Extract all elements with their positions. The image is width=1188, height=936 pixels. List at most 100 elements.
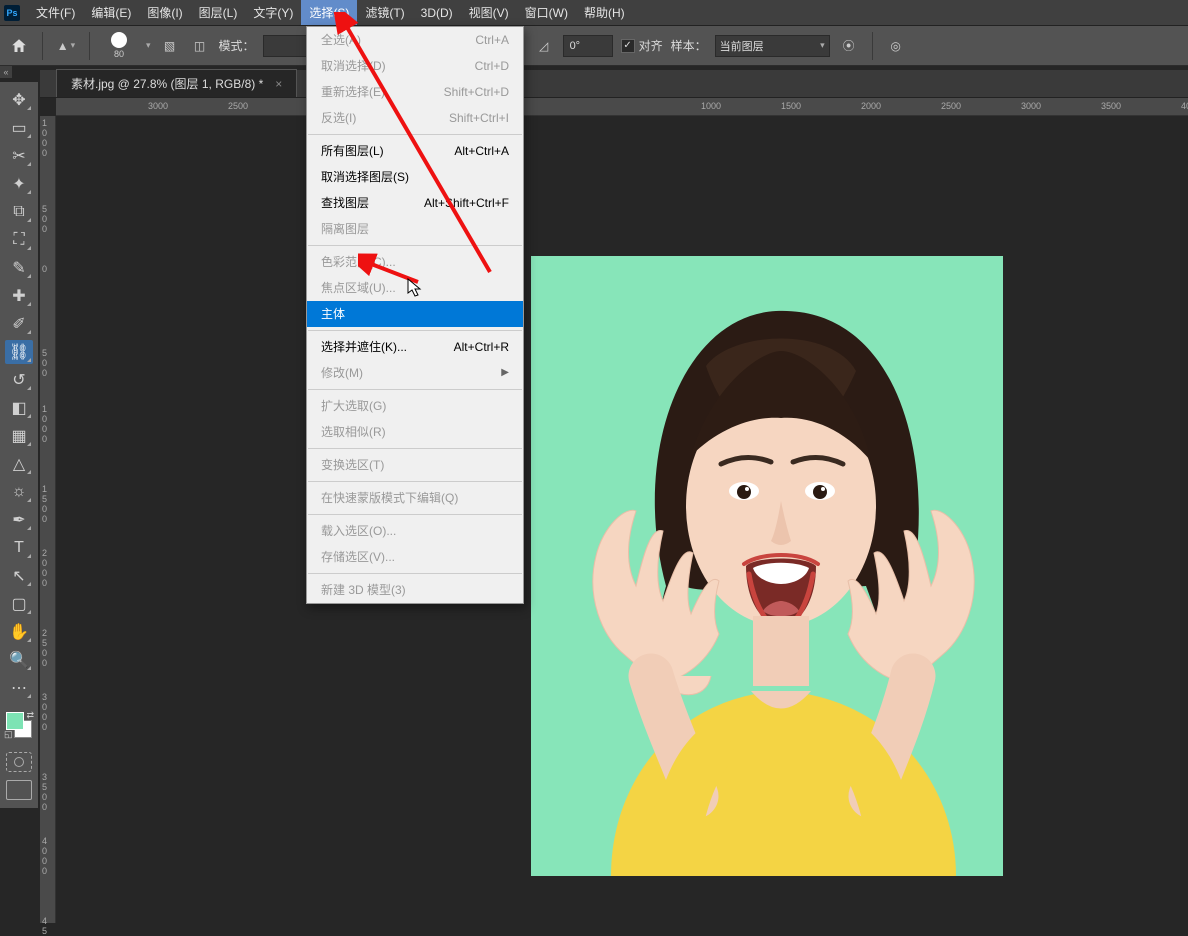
menu-view[interactable]: 视图(V)	[461, 0, 517, 25]
lasso-tool[interactable]: ✂	[5, 144, 33, 168]
swap-colors-icon[interactable]: ⇄	[26, 710, 34, 721]
menu-item[interactable]: 查找图层Alt+Shift+Ctrl+F	[307, 190, 523, 216]
rectangle-tool[interactable]: ▢	[5, 592, 33, 616]
gradient-tool[interactable]: ▦	[5, 424, 33, 448]
select-menu-dropdown: 全选(A)Ctrl+A取消选择(D)Ctrl+D重新选择(E)Shift+Ctr…	[306, 26, 524, 604]
ruler-tick: 0	[42, 214, 47, 224]
angle-input[interactable]: 0°	[563, 35, 613, 57]
separator	[42, 32, 43, 60]
separator	[89, 32, 90, 60]
brush-panel-button[interactable]: ▧	[159, 35, 181, 57]
ruler-tick: 0	[42, 224, 47, 234]
brush-settings-button[interactable]: ◫	[189, 35, 211, 57]
menu-item-shortcut: Shift+Ctrl+I	[449, 109, 509, 127]
ruler-tick: 1500	[781, 101, 801, 111]
screen-mode-button[interactable]	[6, 780, 32, 800]
menu-item-label: 在快速蒙版模式下编辑(Q)	[321, 489, 458, 507]
ruler-tick: 1	[42, 118, 47, 128]
menu-separator	[308, 481, 522, 482]
history-brush-tool[interactable]: ↺	[5, 368, 33, 392]
menu-item[interactable]: 所有图层(L)Alt+Ctrl+A	[307, 138, 523, 164]
stamp-tool[interactable]: ⛓	[5, 340, 33, 364]
default-colors-icon[interactable]: ◱	[4, 729, 13, 740]
ruler-tick: 0	[42, 128, 47, 138]
menu-3d[interactable]: 3D(D)	[413, 2, 461, 24]
ruler-tick: 0	[42, 504, 47, 514]
close-tab-button[interactable]: ×	[275, 77, 282, 91]
marquee-tool[interactable]: ▭	[5, 116, 33, 140]
crop-tool[interactable]: ⧉	[5, 200, 33, 224]
menu-window[interactable]: 窗口(W)	[517, 0, 576, 25]
chevron-down-icon[interactable]: ▾	[146, 40, 151, 51]
menu-item-shortcut: Ctrl+A	[475, 31, 509, 49]
menu-type[interactable]: 文字(Y)	[245, 0, 301, 25]
menu-item-shortcut: Alt+Shift+Ctrl+F	[424, 194, 509, 212]
menu-item-label: 全选(A)	[321, 31, 361, 49]
menu-item[interactable]: 选择并遮住(K)...Alt+Ctrl+R	[307, 334, 523, 360]
ruler-tick: 0	[42, 424, 47, 434]
ruler-vertical[interactable]: 1000500050010001500200025003000350040004…	[40, 116, 56, 923]
collapse-panels-button[interactable]: «	[0, 66, 12, 78]
menu-layer[interactable]: 图层(L)	[191, 0, 246, 25]
menu-edit[interactable]: 编辑(E)	[83, 0, 139, 25]
blur-tool[interactable]: △	[5, 452, 33, 476]
ruler-tick: 3	[42, 692, 47, 702]
menu-item: 存储选区(V)...	[307, 544, 523, 570]
menu-item-label: 反选(I)	[321, 109, 356, 127]
edit-toolbar[interactable]: ⋯	[5, 676, 33, 700]
ruler-tick: 2000	[861, 101, 881, 111]
canvas-illustration	[531, 256, 1003, 876]
menu-help[interactable]: 帮助(H)	[576, 0, 633, 25]
brush-tool[interactable]: ✐	[5, 312, 33, 336]
canvas-viewport[interactable]	[56, 116, 1188, 923]
pen-tool[interactable]: ✒	[5, 508, 33, 532]
menu-item-shortcut: Ctrl+D	[475, 57, 509, 75]
menu-item-label: 选取相似(R)	[321, 423, 386, 441]
ruler-tick: 0	[42, 368, 47, 378]
eyedropper-tool[interactable]: ✎	[5, 256, 33, 280]
menu-file[interactable]: 文件(F)	[28, 0, 83, 25]
brush-preset-picker[interactable]: 80	[102, 29, 136, 63]
menu-item[interactable]: 取消选择图层(S)	[307, 164, 523, 190]
color-swatches[interactable]: ⇄◱	[4, 710, 34, 740]
zoom-tool[interactable]: 🔍	[5, 648, 33, 672]
menu-image[interactable]: 图像(I)	[139, 0, 190, 25]
menu-item: 扩大选取(G)	[307, 393, 523, 419]
ignore-adjustment-button[interactable]: ⦿	[838, 35, 860, 57]
ruler-tick: 1	[42, 404, 47, 414]
quick-mask-button[interactable]	[6, 752, 32, 772]
ruler-tick: 4	[42, 836, 47, 846]
move-tool[interactable]: ✥	[5, 88, 33, 112]
ruler-tick: 5	[42, 638, 47, 648]
sample-select[interactable]: 当前图层▾	[715, 35, 830, 57]
hand-tool[interactable]: ✋	[5, 620, 33, 644]
pressure-button[interactable]: ◎	[885, 35, 907, 57]
ruler-horizontal[interactable]: 3000250020001500100010001500200025003000…	[56, 98, 1188, 116]
eraser-tool[interactable]: ◧	[5, 396, 33, 420]
menu-item[interactable]: 主体	[307, 301, 523, 327]
document-tab[interactable]: 素材.jpg @ 27.8% (图层 1, RGB/8) * ×	[56, 69, 297, 97]
menu-item-label: 取消选择图层(S)	[321, 168, 409, 186]
menu-item-label: 新建 3D 模型(3)	[321, 581, 406, 599]
fg-color-swatch[interactable]	[6, 712, 24, 730]
ruler-tick: 4	[42, 916, 47, 926]
path-select-tool[interactable]: ↖	[5, 564, 33, 588]
healing-tool[interactable]: ✚	[5, 284, 33, 308]
dodge-tool[interactable]: ☼	[5, 480, 33, 504]
document-tab-title: 素材.jpg @ 27.8% (图层 1, RGB/8) *	[71, 75, 263, 92]
submenu-arrow-icon: ▶	[501, 364, 509, 382]
menu-item-label: 扩大选取(G)	[321, 397, 386, 415]
home-button[interactable]	[8, 35, 30, 57]
aligned-checkbox[interactable]: 对齐	[621, 37, 663, 54]
quick-select-tool[interactable]: ✦	[5, 172, 33, 196]
menu-item: 隔离图层	[307, 216, 523, 242]
ruler-tick: 0	[42, 514, 47, 524]
menu-item-label: 选择并遮住(K)...	[321, 338, 407, 356]
frame-tool[interactable]: ⛶	[5, 228, 33, 252]
stamp-tool-icon[interactable]: ▲▾	[55, 35, 77, 57]
menu-select[interactable]: 选择(S)	[301, 0, 357, 25]
type-tool[interactable]: T	[5, 536, 33, 560]
menu-filter[interactable]: 滤镜(T)	[357, 0, 412, 25]
separator	[872, 32, 873, 60]
menu-separator	[308, 573, 522, 574]
